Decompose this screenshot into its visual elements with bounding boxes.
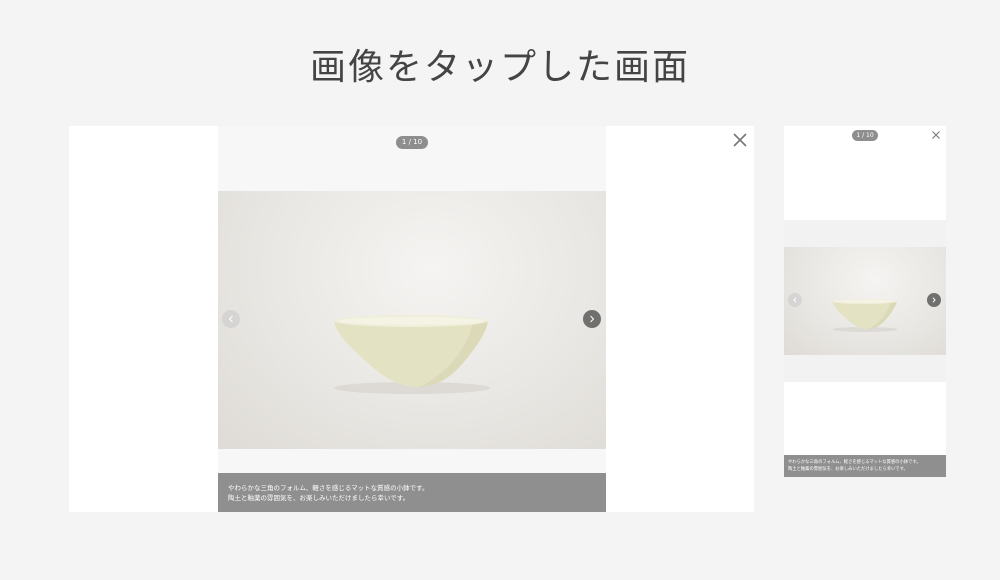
previous-button[interactable] <box>788 293 802 307</box>
bowl-image <box>832 298 898 332</box>
next-button[interactable] <box>583 310 601 328</box>
caption-line: やわらかな三角のフォルム、軽さを感じるマットな質感の小鉢です。 <box>788 460 921 465</box>
caption-line: 陶土と釉薬の雰囲気を、お楽しみいただけましたら幸いです。 <box>788 467 908 472</box>
image-counter: 1 / 10 <box>396 136 428 149</box>
chevron-left-icon <box>228 315 233 323</box>
caption-line: やわらかな三角のフォルム、軽さを感じるマットな質感の小鉢です。 <box>228 484 429 492</box>
bowl-photo <box>218 191 606 449</box>
previous-button[interactable] <box>222 310 240 328</box>
mobile-bottom-area: やわらかな三角のフォルム、軽さを感じるマットな質感の小鉢です。 陶土と釉薬の雰囲… <box>784 382 946 477</box>
bowl-photo <box>784 247 946 355</box>
next-button[interactable] <box>927 293 941 307</box>
caption-line: 陶土と釉薬の雰囲気を、お楽しみいただけましたら幸いです。 <box>228 494 410 502</box>
image-caption: やわらかな三角のフォルム、軽さを感じるマットな質感の小鉢です。 陶土と釉薬の雰囲… <box>218 473 606 512</box>
image-caption: やわらかな三角のフォルム、軽さを感じるマットな質感の小鉢です。 陶土と釉薬の雰囲… <box>784 455 946 477</box>
chevron-left-icon <box>793 297 797 303</box>
mobile-lightbox: 1 / 10 やわらかな三角のフォルム、軽さを感じるマットな質感の小鉢です。 陶… <box>784 126 946 477</box>
desktop-lightbox: 1 / 10 やわらかな三角のフォルム、軽さを感じるマットな質感の小鉢です。 陶… <box>69 126 754 512</box>
chevron-right-icon <box>590 315 595 323</box>
spacer <box>784 220 946 247</box>
chevron-right-icon <box>932 297 936 303</box>
mobile-top-area: 1 / 10 <box>784 126 946 220</box>
page-title: 画像をタップした画面 <box>309 47 690 88</box>
spacer <box>784 355 946 382</box>
close-icon[interactable] <box>732 132 748 148</box>
image-counter: 1 / 10 <box>852 130 878 141</box>
close-icon[interactable] <box>931 130 941 140</box>
bowl-image <box>334 315 490 394</box>
